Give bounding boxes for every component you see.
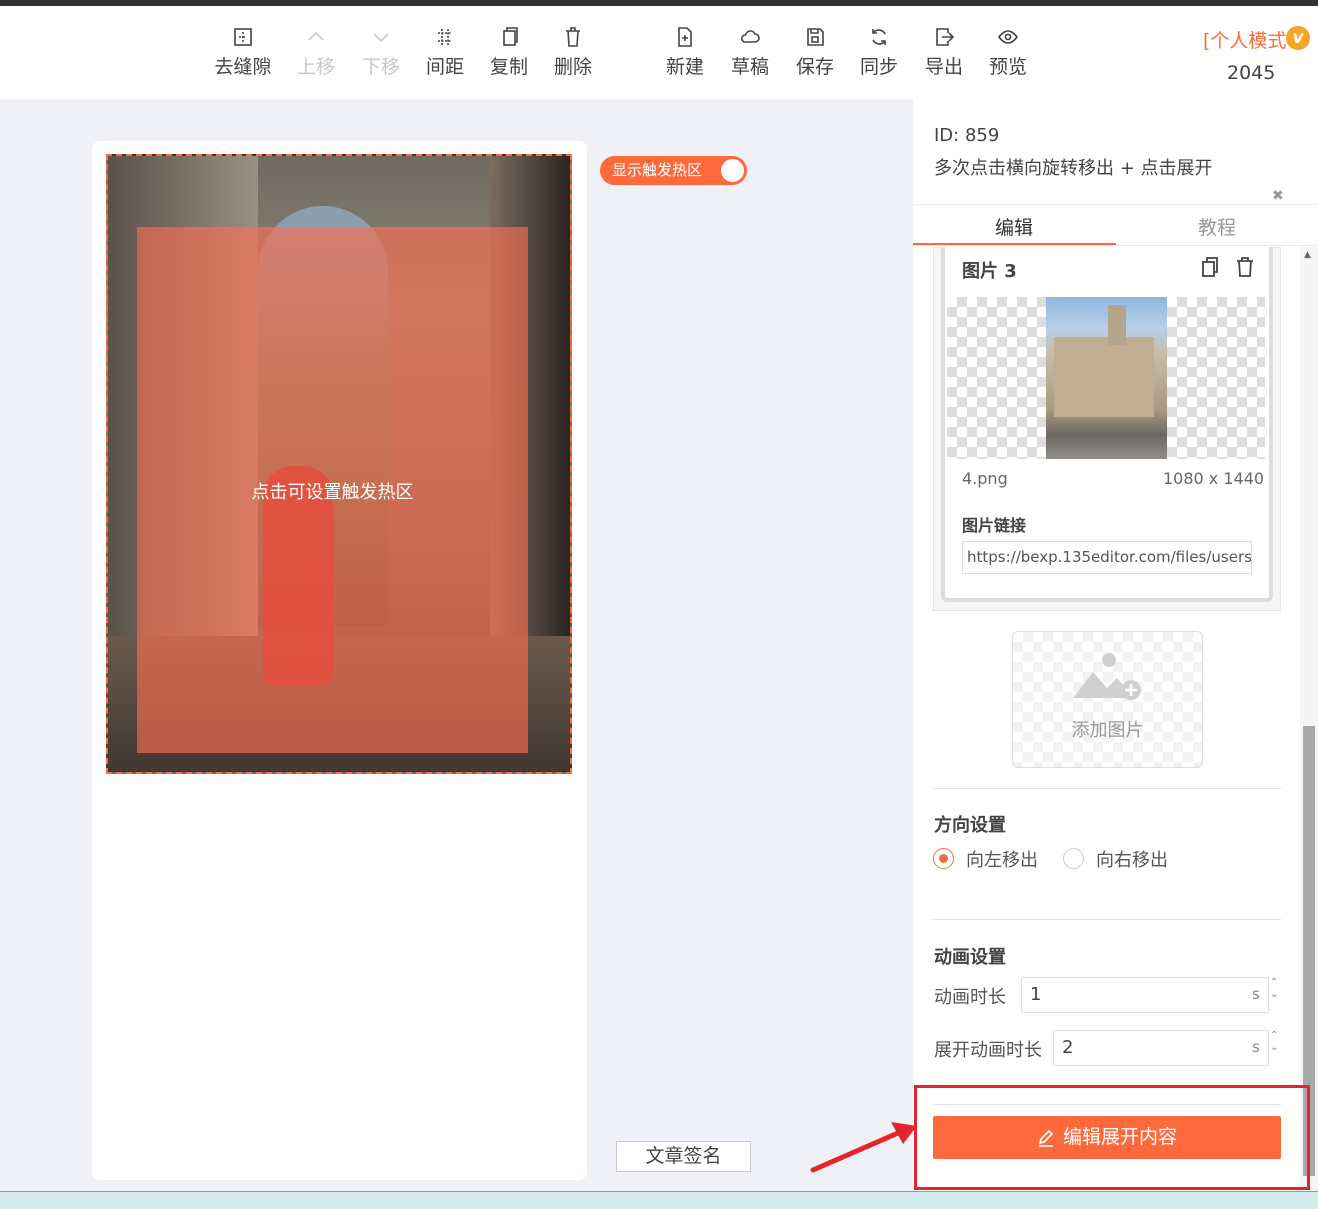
points-count: 2045 xyxy=(1227,62,1276,84)
active-tab-indicator xyxy=(913,243,1116,245)
annotation-highlight-box xyxy=(914,1085,1310,1190)
sync-icon xyxy=(872,29,886,45)
save-icon xyxy=(807,28,824,46)
radio-move-left-label[interactable]: 向左移出 xyxy=(966,846,1038,872)
template-id: ID: 859 xyxy=(934,125,1000,146)
move-down-button[interactable]: 下移 xyxy=(349,26,413,79)
radio-move-right-label[interactable]: 向右移出 xyxy=(1096,846,1168,872)
chevron-up-icon xyxy=(308,31,324,41)
divider xyxy=(933,788,1281,789)
tab-edit[interactable]: 编辑 xyxy=(913,213,1115,240)
duration-input[interactable]: 1 xyxy=(1021,977,1269,1013)
toggle-knob xyxy=(721,159,744,182)
hotzone-label: 点击可设置触发热区 xyxy=(251,482,414,503)
draft-button[interactable]: 草稿 xyxy=(718,26,782,79)
mode-link[interactable]: [个人模式 xyxy=(1203,26,1286,53)
add-image-icon xyxy=(1073,653,1141,700)
export-icon xyxy=(936,28,954,46)
save-button[interactable]: 保存 xyxy=(783,26,847,79)
eye-icon xyxy=(998,30,1018,44)
new-file-icon xyxy=(678,27,692,47)
image-card-title: 图片 3 xyxy=(962,261,1017,282)
annotation-arrow-icon xyxy=(810,1122,917,1173)
copy-icon[interactable] xyxy=(1200,256,1220,278)
trash-icon[interactable] xyxy=(1235,256,1255,278)
spacing-button[interactable]: 间距 xyxy=(413,26,477,79)
spacing-icon xyxy=(438,29,452,45)
export-button[interactable]: 导出 xyxy=(912,26,976,79)
scroll-up-icon[interactable]: ▲ xyxy=(1304,250,1311,260)
delete-button[interactable]: 删除 xyxy=(541,26,605,79)
grid-icon xyxy=(234,28,252,46)
image-dimensions: 1080 x 1440 xyxy=(1163,469,1265,488)
status-strip xyxy=(0,1191,1318,1209)
image-link-input[interactable]: https://bexp.135editor.com/files/users/0… xyxy=(962,541,1252,574)
expand-duration-input[interactable]: 2 xyxy=(1053,1030,1269,1066)
sync-button[interactable]: 同步 xyxy=(847,26,911,79)
toolbar: 去缝隙 上移 下移 间距 复制 删除 新建 草稿 保存 同步 导出 预览 [个人… xyxy=(0,6,1318,99)
tools-icon[interactable]: ✖ xyxy=(1272,188,1284,204)
add-image-label: 添加图片 xyxy=(1071,720,1144,741)
animation-title: 动画设置 xyxy=(934,947,1006,968)
image-thumbnail[interactable] xyxy=(1046,297,1167,459)
preview-button[interactable]: 预览 xyxy=(976,26,1040,79)
new-button[interactable]: 新建 xyxy=(653,26,717,79)
thumbnail-building xyxy=(1054,337,1154,417)
show-hotzone-toggle[interactable]: 显示触发热区 xyxy=(600,156,747,185)
duration-unit: s xyxy=(1252,985,1260,1003)
divider xyxy=(933,919,1281,920)
duration-stepper-icon[interactable]: ⌃ ⌄ xyxy=(1270,977,1278,1001)
image-link-label: 图片链接 xyxy=(962,516,1027,535)
cloud-icon xyxy=(740,30,760,43)
trash-icon xyxy=(566,27,580,47)
toggle-label: 显示触发热区 xyxy=(612,161,703,179)
direction-title: 方向设置 xyxy=(934,815,1006,836)
chevron-down-icon xyxy=(373,33,389,43)
duration-label: 动画时长 xyxy=(934,987,1006,1008)
remove-gap-button[interactable]: 去缝隙 xyxy=(211,26,275,79)
expand-duration-stepper-icon[interactable]: ⌃ ⌄ xyxy=(1270,1030,1278,1054)
copy-icon xyxy=(503,27,518,46)
image-filename: 4.png xyxy=(962,469,1008,488)
template-title: 多次点击横向旋转移出 + 点击展开 xyxy=(934,158,1213,179)
tab-tutorial[interactable]: 教程 xyxy=(1116,213,1318,240)
copy-button[interactable]: 复制 xyxy=(477,26,541,79)
expand-duration-label: 展开动画时长 xyxy=(934,1040,1042,1061)
panel-tabs: 编辑 教程 xyxy=(913,204,1318,246)
radio-move-left[interactable] xyxy=(933,848,954,869)
expand-duration-unit: s xyxy=(1252,1038,1260,1056)
vip-badge-icon: v xyxy=(1286,26,1310,50)
move-up-button[interactable]: 上移 xyxy=(284,26,348,79)
radio-move-right[interactable] xyxy=(1063,848,1084,869)
thumbnail-tower xyxy=(1108,305,1126,345)
article-signature-button[interactable]: 文章签名 xyxy=(616,1141,751,1172)
